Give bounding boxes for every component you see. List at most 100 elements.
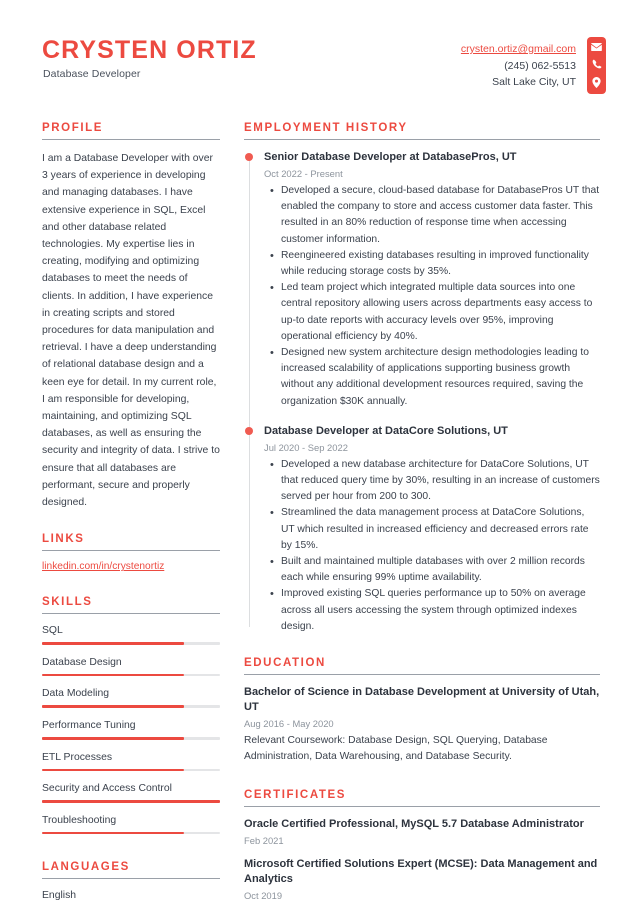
phone-icon — [592, 59, 602, 69]
job-bullet: Improved existing SQL queries performanc… — [270, 586, 600, 635]
certificates-divider — [244, 806, 600, 808]
profile-heading: PROFILE — [42, 122, 104, 134]
section-certificates: CERTIFICATES Oracle Certified Profession… — [244, 789, 600, 902]
skill-track — [42, 642, 220, 645]
job-bullet: Built and maintained multiple databases … — [270, 554, 600, 586]
skill-track — [42, 800, 220, 803]
skill-row: ETL Processes — [42, 751, 220, 772]
contact-icon-bar — [587, 37, 606, 94]
skill-row: SQL — [42, 624, 220, 645]
skill-label: Security and Access Control — [42, 783, 172, 795]
skill-row: Data Modeling — [42, 687, 220, 709]
job-bullet: Reengineered existing databases resultin… — [270, 248, 600, 280]
job-bullet: Developed a new database architecture fo… — [270, 457, 600, 506]
certificate-date: Oct 2019 — [244, 890, 283, 902]
skills-divider — [42, 613, 220, 615]
education-entry: Bachelor of Science in Database Developm… — [244, 685, 600, 765]
job-title: Senior Database Developer at DatabasePro… — [264, 151, 517, 163]
right-column: EMPLOYMENT HISTORY Senior Database Devel… — [244, 122, 600, 905]
job-entry: Database Developer at DataCore Solutions… — [245, 424, 600, 635]
skill-track — [42, 705, 220, 709]
skill-label: ETL Processes — [42, 751, 113, 763]
candidate-name: CRYSTEN ORTIZ — [42, 36, 257, 64]
skill-track — [42, 673, 220, 677]
candidate-job-title: Database Developer — [43, 68, 141, 80]
contact-phone: (245) 062-5513 — [504, 59, 576, 72]
section-education: EDUCATION Bachelor of Science in Databas… — [244, 657, 600, 765]
job-bullet: Developed a secure, cloud-based database… — [270, 183, 600, 248]
languages-heading: LANGUAGES — [42, 861, 130, 874]
job-bullet: Streamlined the data management process … — [270, 505, 600, 554]
certificate-name: Oracle Certified Professional, MySQL 5.7… — [244, 818, 584, 831]
language-label: English — [42, 890, 77, 902]
skill-row: Performance Tuning — [42, 719, 220, 740]
employment-divider — [244, 139, 600, 140]
resume-page: CRYSTEN ORTIZ Database Developer crysten… — [0, 0, 640, 905]
skill-row: Database Design — [42, 656, 220, 677]
timeline-dot-icon — [245, 153, 253, 161]
job-bullet: Led team project which integrated multip… — [270, 280, 600, 345]
skill-fill — [42, 800, 220, 803]
skill-fill — [42, 673, 185, 677]
left-column: PROFILE I am a Database Developer with o… — [42, 122, 220, 905]
skill-fill — [42, 831, 185, 835]
contact-location: Salt Lake City, UT — [492, 76, 576, 88]
section-languages: LANGUAGES English — [42, 861, 220, 905]
skill-fill — [42, 705, 185, 709]
resume-header: CRYSTEN ORTIZ Database Developer crysten… — [0, 0, 640, 110]
skill-track — [42, 737, 220, 740]
job-entry: Senior Database Developer at DatabasePro… — [245, 150, 600, 410]
employment-heading: EMPLOYMENT HISTORY — [244, 122, 408, 134]
job-bullet: Designed new system architecture design … — [270, 345, 600, 410]
skill-fill — [42, 642, 185, 645]
section-employment: EMPLOYMENT HISTORY Senior Database Devel… — [244, 122, 600, 635]
employment-timeline: Senior Database Developer at DatabasePro… — [244, 150, 600, 635]
job-date: Oct 2022 - Present — [264, 168, 343, 179]
education-degree: Bachelor of Science in Database Developm… — [244, 686, 600, 714]
link-item-linkedin[interactable]: linkedin.com/in/crystenortiz — [42, 561, 220, 572]
timeline-dot-icon — [245, 426, 253, 435]
skill-label: Database Design — [42, 656, 122, 668]
profile-text: I am a Database Developer with over 3 ye… — [42, 153, 220, 509]
section-skills: SKILLS SQL Database Design Data Modeling — [42, 596, 220, 835]
contact-email-link[interactable]: crysten.ortiz@gmail.com — [461, 41, 576, 58]
education-description: Relevant Coursework: Database Design, SQ… — [244, 735, 548, 763]
links-divider — [42, 550, 220, 552]
skill-label: Troubleshooting — [42, 814, 117, 826]
certificate-entry: Oracle Certified Professional, MySQL 5.7… — [244, 817, 600, 847]
certificate-entry: Microsoft Certified Solutions Expert (MC… — [244, 857, 600, 902]
certificates-heading: CERTIFICATES — [244, 789, 347, 802]
job-bullets: Developed a new database architecture fo… — [264, 457, 600, 635]
skill-label: Data Modeling — [42, 688, 110, 700]
languages-divider — [42, 878, 220, 880]
skill-fill — [42, 737, 185, 740]
section-links: LINKS linkedin.com/in/crystenortiz — [42, 533, 220, 572]
certificate-date: Feb 2021 — [244, 835, 284, 847]
job-bullets: Developed a secure, cloud-based database… — [264, 183, 600, 410]
education-heading: EDUCATION — [244, 657, 326, 670]
skill-fill — [42, 768, 185, 772]
links-heading: LINKS — [42, 533, 85, 546]
education-divider — [244, 674, 600, 676]
skill-track — [42, 768, 220, 772]
skill-row: Security and Access Control — [42, 782, 220, 803]
skill-label: Performance Tuning — [42, 720, 136, 732]
skill-label: SQL — [42, 625, 63, 637]
job-title: Database Developer at DataCore Solutions… — [264, 424, 508, 437]
contact-block: crysten.ortiz@gmail.com (245) 062-5513 S… — [461, 41, 576, 91]
location-pin-icon — [592, 77, 601, 88]
language-row: English — [42, 889, 220, 905]
job-date: Jul 2020 - Sep 2022 — [264, 441, 348, 453]
skills-heading: SKILLS — [42, 596, 93, 609]
section-profile: PROFILE I am a Database Developer with o… — [42, 122, 220, 511]
skill-row: Troubleshooting — [42, 814, 220, 835]
envelope-icon — [591, 43, 602, 51]
profile-divider — [42, 139, 220, 140]
timeline-line — [249, 156, 251, 628]
skill-track — [42, 831, 220, 835]
